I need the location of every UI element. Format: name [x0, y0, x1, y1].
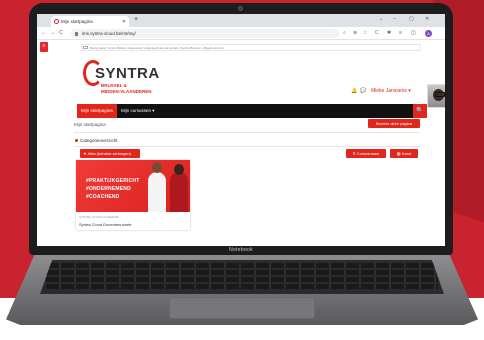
logo-subtitle: BRUSSEL &	[101, 83, 127, 88]
reload-button[interactable]: C	[59, 30, 63, 36]
course-category: SYNTRA CLOUD ACADEMIE	[79, 215, 119, 219]
info-bar: ≡ Bezig nadat 'Syntra Midden-Vlaanderen'…	[37, 40, 445, 54]
zoom-icon[interactable]: ⊕	[353, 30, 357, 36]
course-card[interactable]: #PRAKTIJKGERICHT #ONDERNEMEND #COACHEND …	[76, 160, 190, 230]
login-notice-text: Bezig nadat 'Syntra Midden-Vlaanderen' (…	[90, 46, 224, 50]
browser-tab-bar: Mijn startpagina ✕ + ⌄ – ▢ ✕	[37, 14, 445, 27]
lock-icon	[75, 31, 78, 36]
user-menu[interactable]: Mieke Janssens ▾	[371, 88, 411, 94]
reading-list-icon[interactable]: ≡	[399, 30, 402, 36]
mail-icon	[83, 46, 88, 49]
divider	[74, 146, 420, 147]
nav-item-dashboard[interactable]: Mijn startpagina	[77, 104, 117, 118]
browser-tab-title: Mijn startpagina	[61, 19, 93, 24]
logo-subtitle: MIDDEN-VLAANDEREN	[101, 89, 152, 94]
person-figure	[148, 172, 166, 212]
user-avatar[interactable]	[427, 84, 445, 108]
messages-icon[interactable]: 💬	[360, 88, 366, 94]
close-window-button[interactable]: ✕	[425, 16, 429, 22]
divider	[74, 132, 420, 133]
extension-c-icon[interactable]: C	[375, 30, 379, 36]
key-row	[46, 277, 438, 282]
forward-button[interactable]: →	[50, 30, 56, 36]
key-row	[46, 270, 438, 275]
key-row	[46, 263, 438, 268]
back-button[interactable]: ←	[41, 30, 47, 36]
trackpad[interactable]	[169, 297, 315, 319]
drawer-toggle-button[interactable]: ≡	[40, 42, 48, 52]
extensions-puzzle-icon[interactable]: ✱	[387, 30, 391, 36]
side-panel-icon[interactable]: ◫	[411, 30, 416, 36]
webcam-icon	[238, 6, 243, 11]
main-navbar: Mijn startpagina Mijn cursussen ▾ 🔍	[77, 104, 427, 118]
course-title[interactable]: Syntra Cloud Docentenruimte	[79, 222, 131, 227]
logo-text[interactable]: SYNTRA	[95, 65, 160, 82]
address-url: lms.syntra-cloud.be/mt/my/	[82, 31, 136, 36]
search-icon[interactable]: 🔍	[413, 104, 427, 118]
maximize-button[interactable]: ▢	[409, 16, 414, 22]
syntra-favicon-icon	[54, 19, 59, 24]
filter-dropdown-button[interactable]: ▼ Alles (behalve verborgen)	[80, 149, 140, 158]
browser-tab[interactable]: Mijn startpagina ✕	[51, 16, 129, 27]
person-head	[174, 164, 184, 175]
keyboard	[40, 260, 444, 294]
category-icon	[75, 139, 78, 142]
laptop-base	[6, 255, 478, 325]
minimize-button[interactable]: –	[393, 16, 396, 22]
device-label: Notebook	[229, 247, 253, 253]
card-hashtag: #PRAKTIJKGERICHT	[86, 178, 140, 184]
person-head	[152, 162, 162, 173]
view-cards-button[interactable]: ▦ Kaart	[390, 149, 418, 158]
sort-by-name-button[interactable]: ⚲ Cursusnaam	[346, 149, 386, 158]
nav-item-my-courses[interactable]: Mijn cursussen ▾	[121, 108, 155, 114]
course-card-image[interactable]: #PRAKTIJKGERICHT #ONDERNEMEND #COACHEND	[76, 160, 190, 212]
person-figure	[170, 172, 188, 212]
login-notice: Bezig nadat 'Syntra Midden-Vlaanderen' (…	[81, 44, 421, 51]
notification-bell-icon[interactable]: 🔔	[351, 88, 357, 94]
new-tab-button[interactable]: +	[134, 16, 138, 23]
key-row	[46, 284, 438, 289]
browser-toolbar: ← → C lms.syntra-cloud.be/mt/my/ ⌕ ⊕ ☆ C…	[37, 27, 445, 40]
tab-close-icon[interactable]: ✕	[122, 19, 126, 25]
card-hashtag: #COACHEND	[86, 194, 120, 200]
site-header: SYNTRA BRUSSEL & MIDDEN-VLAANDEREN 🔔 💬 M…	[81, 54, 445, 108]
bookmark-star-icon[interactable]: ☆	[363, 30, 367, 36]
category-overview-label: Categorieoverzicht	[80, 138, 118, 143]
search-icon[interactable]: ⌕	[343, 30, 346, 36]
edit-page-button[interactable]: Bewerk deze pagina	[368, 119, 420, 128]
page-title: Mijn startpagina	[74, 122, 106, 127]
card-hashtag: #ONDERNEMEND	[86, 186, 131, 192]
address-bar[interactable]: lms.syntra-cloud.be/mt/my/	[71, 29, 339, 38]
profile-avatar[interactable]: A	[425, 30, 432, 37]
tab-search-icon[interactable]: ⌄	[379, 16, 383, 22]
